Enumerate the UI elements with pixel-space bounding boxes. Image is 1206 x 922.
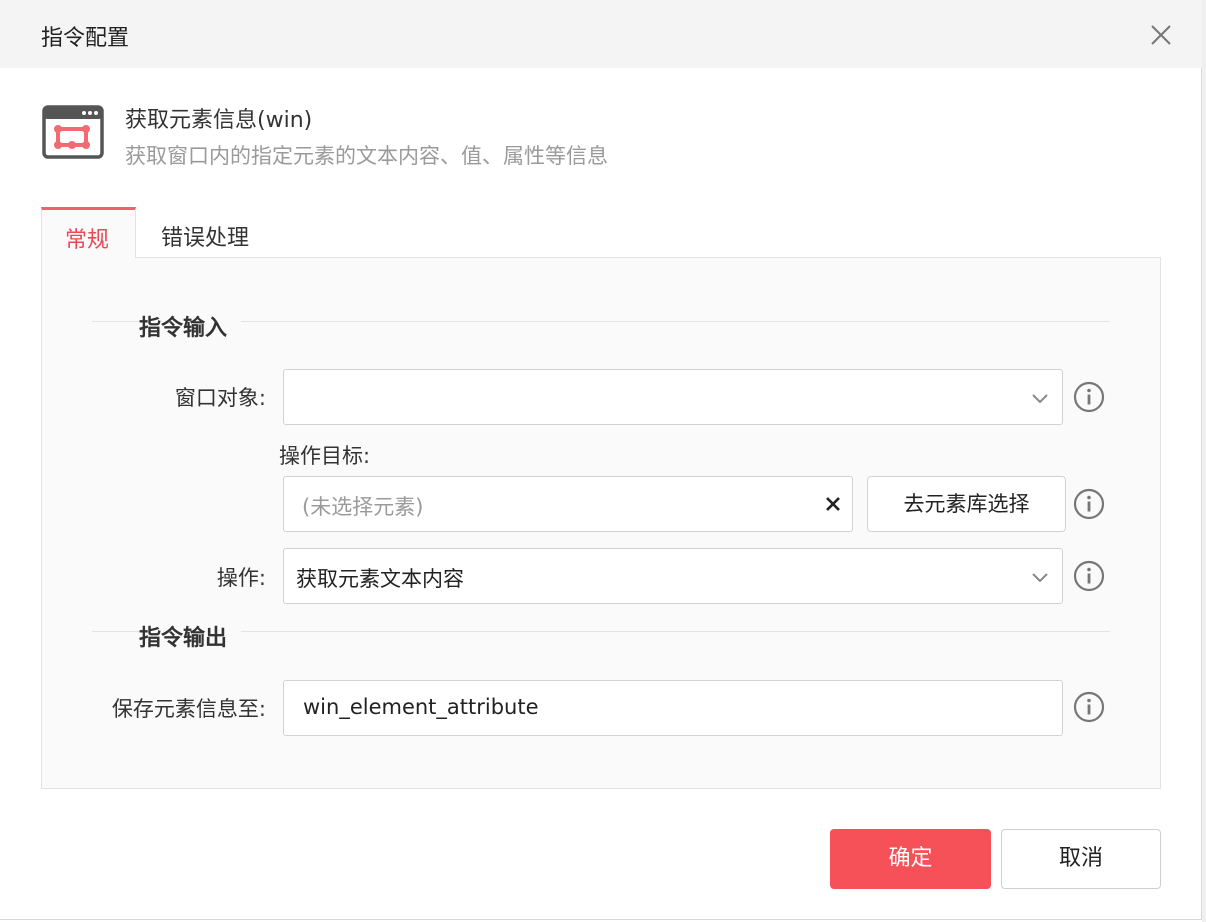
info-icon[interactable] [1073, 691, 1105, 723]
dialog-titlebar: 指令配置 [0, 0, 1202, 68]
operation-value: 获取元素文本内容 [296, 567, 464, 591]
target-input[interactable]: (未选择元素) [283, 476, 853, 532]
tab-error-handling[interactable]: 错误处理 [161, 220, 249, 252]
window-object-select[interactable] [283, 369, 1063, 425]
command-config-dialog: 指令配置 获取元素信息(win) 获取窗口内的指定元素的文本内容、值、属性等信息… [0, 0, 1202, 920]
section-title-output: 指令输出 [139, 620, 242, 652]
command-description: 获取窗口内的指定元素的文本内容、值、属性等信息 [125, 144, 608, 168]
save-to-input[interactable]: win_element_attribute [283, 680, 1063, 736]
save-to-label: 保存元素信息至: [111, 697, 266, 721]
target-placeholder: (未选择元素) [302, 495, 424, 519]
tab-general[interactable]: 常规 [41, 207, 136, 258]
close-icon [1151, 25, 1171, 45]
cancel-button[interactable]: 取消 [1001, 829, 1161, 889]
chevron-down-icon [1032, 573, 1048, 583]
command-name: 获取元素信息(win) [125, 108, 313, 133]
target-label: 操作目标: [279, 444, 371, 468]
ok-button[interactable]: 确定 [830, 829, 991, 889]
close-button[interactable] [1146, 20, 1176, 50]
save-to-value: win_element_attribute [303, 695, 539, 719]
section-title-input: 指令输入 [139, 310, 242, 342]
clear-icon[interactable] [822, 493, 844, 515]
info-icon[interactable] [1073, 488, 1105, 520]
dialog-title: 指令配置 [41, 26, 130, 51]
window-object-label: 窗口对象: [174, 386, 266, 410]
element-library-button[interactable]: 去元素库选择 [867, 476, 1066, 532]
operation-select[interactable]: 获取元素文本内容 [283, 548, 1063, 604]
window-element-icon [42, 105, 104, 159]
info-icon[interactable] [1073, 560, 1105, 592]
section-divider [92, 631, 1110, 632]
window-edge [1202, 0, 1206, 922]
chevron-down-icon [1032, 394, 1048, 404]
info-icon[interactable] [1073, 381, 1105, 413]
tab-general-label: 常规 [65, 228, 110, 253]
section-divider [92, 321, 1110, 322]
operation-label: 操作: [216, 566, 266, 590]
